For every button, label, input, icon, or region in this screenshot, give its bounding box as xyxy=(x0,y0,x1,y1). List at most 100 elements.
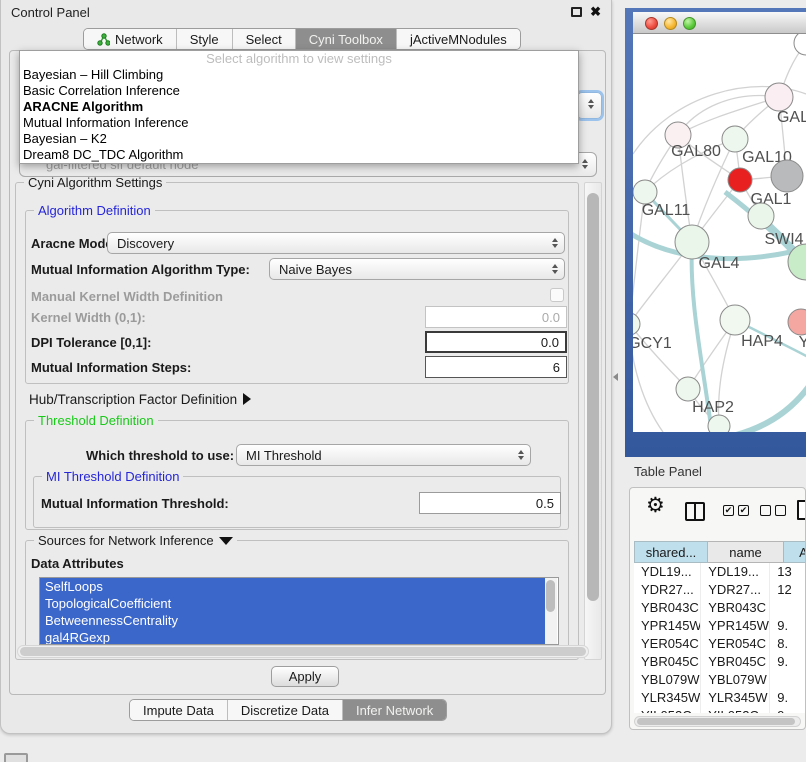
network-node-y[interactable] xyxy=(788,309,806,335)
algorithm-definition-title: Algorithm Definition xyxy=(34,203,155,218)
node-label: GAL4 xyxy=(699,255,740,272)
dpi-tolerance-label: DPI Tolerance [0,1]: xyxy=(31,335,151,350)
network-node-gal11[interactable] xyxy=(633,180,657,204)
table-horizontal-scrollbar[interactable] xyxy=(634,716,801,727)
hub-definition-label: Hub/Transcription Factor Definition xyxy=(29,392,237,407)
algorithm-option[interactable]: Mutual Information Inference xyxy=(20,115,578,131)
tab-infer-network[interactable]: Infer Network xyxy=(342,700,446,720)
table-cell: 9. xyxy=(770,617,806,635)
close-icon[interactable]: ✖ xyxy=(590,7,601,17)
table-cell: YBL079W xyxy=(701,671,770,689)
table-row[interactable]: YBL079WYBL079W xyxy=(634,671,806,689)
scrollbar-thumb[interactable] xyxy=(637,718,795,725)
mi-type-select[interactable]: Naive Bayes xyxy=(269,258,565,280)
table-row[interactable]: YBR045CYBR045C9. xyxy=(634,653,806,671)
network-node-gal4[interactable] xyxy=(675,225,709,259)
table-row[interactable]: YDL19...YDL19...13 xyxy=(634,563,806,581)
algorithm-option[interactable]: Basic Correlation Inference xyxy=(20,83,578,99)
table-cell: 13 xyxy=(770,563,806,581)
document-icon[interactable] xyxy=(797,500,806,520)
network-node[interactable] xyxy=(794,34,806,55)
network-node-hap4[interactable] xyxy=(720,305,750,335)
table-toolbar: ⚙ ✔✔ xyxy=(630,488,805,536)
network-window-titlebar xyxy=(633,12,806,34)
algorithm-option[interactable]: Bayesian – Hill Climbing xyxy=(20,67,578,83)
gear-icon[interactable]: ⚙ xyxy=(646,493,665,518)
table-cell xyxy=(770,671,806,689)
tab-label: Cyni Toolbox xyxy=(309,32,383,47)
mi-steps-field[interactable]: 6 xyxy=(425,356,567,378)
apply-button[interactable]: Apply xyxy=(271,666,339,687)
network-canvas[interactable]: GALGAL80GAL10GAL1GAL11SWI4GAL4GCY1HAP4YH… xyxy=(633,34,806,432)
attribute-item-selected[interactable]: TopologicalCoefficient xyxy=(40,595,545,612)
network-node-hap2[interactable] xyxy=(676,377,700,401)
aracne-mode-select[interactable]: Discovery xyxy=(107,232,565,254)
tab-discretize-data[interactable]: Discretize Data xyxy=(227,700,342,720)
sources-title-text: Sources for Network Inference xyxy=(38,533,214,548)
node-label: GAL80 xyxy=(671,143,721,160)
scrollbar-thumb[interactable] xyxy=(587,193,599,601)
tab-select[interactable]: Select xyxy=(232,29,295,49)
manual-kernel-checkbox[interactable] xyxy=(550,288,564,302)
aracne-mode-value: Discovery xyxy=(117,236,174,251)
control-panel-window: Control Panel ✖ NetworkStyleSelectCyni T… xyxy=(0,0,612,734)
sources-group-title[interactable]: Sources for Network Inference xyxy=(34,533,237,548)
background-combo-fragment[interactable] xyxy=(577,92,602,119)
settings-vertical-scrollbar[interactable] xyxy=(584,182,602,660)
table-row[interactable]: YLR345WYLR345W9. xyxy=(634,689,806,707)
collapsed-arrow-icon xyxy=(243,393,251,405)
scrollbar-thumb[interactable] xyxy=(20,647,586,656)
column-header-1[interactable]: shared... xyxy=(634,541,708,563)
attribute-item-selected[interactable]: BetweennessCentrality xyxy=(40,612,545,629)
checked-boxes-icon[interactable]: ✔✔ xyxy=(723,505,749,516)
column-header-3[interactable]: A xyxy=(784,541,806,563)
minimize-traffic-light-icon[interactable] xyxy=(664,17,677,30)
table-cell: YIL052C xyxy=(701,707,770,713)
algorithm-option[interactable]: Dream8 DC_TDC Algorithm xyxy=(20,147,578,163)
table-row[interactable]: YIL052CYIL052C9 xyxy=(634,707,806,713)
dpi-tolerance-field[interactable]: 0.0 xyxy=(425,331,567,353)
algorithm-option[interactable]: Bayesian – K2 xyxy=(20,131,578,147)
table-cell: YBR045C xyxy=(701,653,770,671)
close-traffic-light-icon[interactable] xyxy=(645,17,658,30)
tab-jactivemnodules[interactable]: jActiveMNodules xyxy=(396,29,520,49)
column-header-2[interactable]: name xyxy=(708,541,784,563)
data-attributes-list[interactable]: SelfLoopsTopologicalCoefficientBetweenne… xyxy=(39,577,559,645)
network-node-gal[interactable] xyxy=(765,83,793,111)
attribute-item-selected[interactable]: SelfLoops xyxy=(40,578,545,595)
zoom-traffic-light-icon[interactable] xyxy=(683,17,696,30)
network-node-gal1[interactable] xyxy=(728,168,752,192)
table-row[interactable]: YER054CYER054C8. xyxy=(634,635,806,653)
floating-mini-icon[interactable] xyxy=(4,753,28,762)
unchecked-boxes-icon[interactable] xyxy=(760,505,786,516)
settings-horizontal-scrollbar[interactable] xyxy=(17,645,589,658)
table-cell: 8. xyxy=(770,635,806,653)
attributes-scrollbar[interactable] xyxy=(545,578,557,644)
attribute-item-selected[interactable]: gal4RGexp xyxy=(40,629,545,645)
table-cell: YLR345W xyxy=(634,689,701,707)
threshold-definition-title: Threshold Definition xyxy=(34,413,158,428)
tab-impute-data[interactable]: Impute Data xyxy=(130,700,227,720)
hub-definition-toggle[interactable]: Hub/Transcription Factor Definition xyxy=(29,392,251,407)
network-node-swi4[interactable] xyxy=(748,203,774,229)
tab-network[interactable]: Network xyxy=(84,29,176,49)
tab-style[interactable]: Style xyxy=(176,29,232,49)
tab-label: Select xyxy=(246,32,282,47)
expanded-arrow-icon xyxy=(219,537,233,545)
network-node[interactable] xyxy=(708,415,730,432)
table-row[interactable]: YPR145WYPR145W9. xyxy=(634,617,806,635)
mi-threshold-field[interactable]: 0.5 xyxy=(419,492,561,514)
split-columns-icon[interactable] xyxy=(685,502,705,521)
algorithm-list: Bayesian – Hill ClimbingBasic Correlatio… xyxy=(20,67,578,163)
table-row[interactable]: YBR043CYBR043C xyxy=(634,599,806,617)
which-threshold-select[interactable]: MI Threshold xyxy=(236,444,531,466)
float-window-icon[interactable] xyxy=(571,7,582,17)
node-label: GCY1 xyxy=(633,335,672,352)
network-node[interactable] xyxy=(771,160,803,192)
table-row[interactable]: YDR27...YDR27...12 xyxy=(634,581,806,599)
kernel-width-field[interactable]: 0.0 xyxy=(425,306,567,328)
network-node-gcy1[interactable] xyxy=(633,313,640,335)
splitter-collapse-arrow[interactable] xyxy=(613,373,618,381)
algorithm-option[interactable]: ARACNE Algorithm xyxy=(20,99,578,115)
tab-cyni-toolbox[interactable]: Cyni Toolbox xyxy=(295,29,396,49)
